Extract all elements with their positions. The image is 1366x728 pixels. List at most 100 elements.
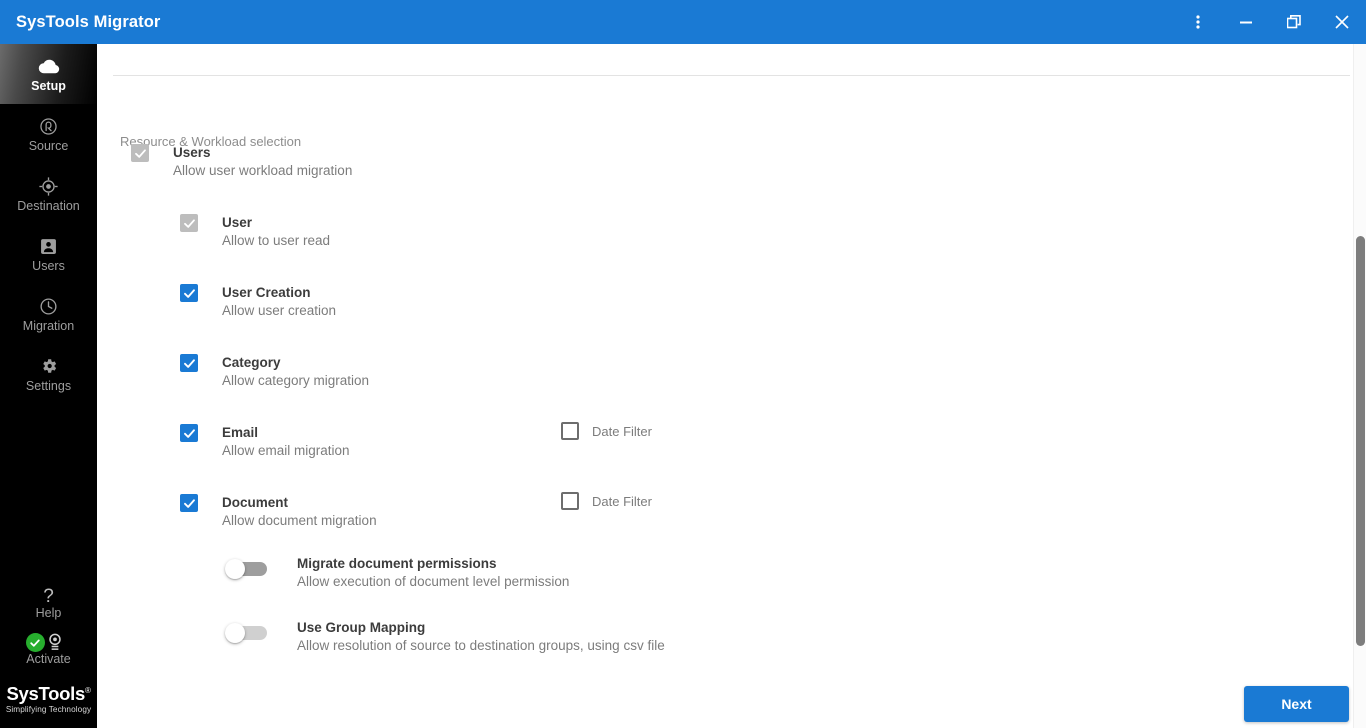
- workload-title: User: [222, 215, 253, 230]
- workload-desc: Allow email migration: [222, 443, 350, 458]
- award-icon: [47, 633, 63, 656]
- sidebar: Setup Source Destination Users Migration…: [0, 44, 97, 728]
- systools-logo: SysTools® Simplifying Technology: [0, 672, 97, 728]
- workload-row-category: Category Allow category migration: [180, 354, 369, 390]
- logo-registered-mark: ®: [84, 685, 91, 695]
- close-icon: [1335, 15, 1349, 29]
- workload-title: User Creation: [222, 285, 311, 300]
- checkbox-category[interactable]: [180, 354, 198, 372]
- check-icon: [183, 288, 195, 298]
- check-icon: [183, 498, 195, 508]
- checkbox-date-filter-email[interactable]: [561, 422, 579, 440]
- scrollbar[interactable]: [1353, 44, 1366, 728]
- main-content: Resource & Workload selection Users Allo…: [97, 44, 1366, 728]
- sidebar-item-destination[interactable]: Destination: [0, 164, 97, 224]
- close-button[interactable]: [1318, 0, 1366, 44]
- checkbox-users: [131, 144, 149, 162]
- sidebar-item-setup[interactable]: Setup: [0, 44, 97, 104]
- check-icon: [183, 358, 195, 368]
- toggle-migrate-document-permissions[interactable]: [225, 559, 271, 579]
- sidebar-item-users[interactable]: Users: [0, 224, 97, 284]
- toggle-knob: [225, 623, 245, 643]
- help-button[interactable]: ? Help: [0, 581, 97, 627]
- check-icon: [183, 218, 195, 228]
- activate-button[interactable]: Activate: [0, 627, 97, 672]
- toggle-desc: Allow execution of document level permis…: [297, 574, 570, 589]
- toggle-title: Use Group Mapping: [297, 620, 426, 635]
- workload-title: Email: [222, 425, 259, 440]
- toggle-text: Migrate document permissions Allow execu…: [297, 555, 569, 591]
- date-filter-label: Date Filter: [592, 423, 652, 439]
- workload-desc: Allow category migration: [222, 373, 370, 388]
- title-bar: SysTools Migrator: [0, 0, 1366, 44]
- date-filter-label: Date Filter: [592, 493, 652, 509]
- workload-row-user: User Allow to user read: [180, 214, 330, 250]
- checkbox-user-creation[interactable]: [180, 284, 198, 302]
- workload-text: User Allow to user read: [222, 214, 330, 250]
- users-icon: [40, 235, 57, 257]
- question-mark-icon: ?: [43, 586, 54, 607]
- window-controls: [1174, 0, 1366, 44]
- workload-desc: Allow user creation: [222, 303, 337, 318]
- toggle-row-use-group-mapping: Use Group Mapping Allow resolution of so…: [225, 619, 665, 655]
- gear-icon: [40, 355, 58, 377]
- cloud-icon: [38, 55, 60, 77]
- date-filter-document: Date Filter: [561, 492, 652, 510]
- sidebar-item-label: Setup: [31, 79, 66, 93]
- workload-desc: Allow user workload migration: [173, 163, 353, 178]
- logo-wordmark: SysTools®: [6, 681, 90, 704]
- checkbox-user: [180, 214, 198, 232]
- workload-text: Users Allow user workload migration: [173, 144, 352, 180]
- sidebar-item-migration[interactable]: Migration: [0, 284, 97, 344]
- check-icon: [134, 148, 146, 158]
- workload-title: Category: [222, 355, 281, 370]
- workload-text: Category Allow category migration: [222, 354, 369, 390]
- sidebar-item-label: Destination: [17, 199, 80, 213]
- kebab-menu-icon: [1196, 15, 1200, 29]
- workload-row-email: Email Allow email migration: [180, 424, 350, 460]
- app-title: SysTools Migrator: [16, 12, 161, 31]
- sidebar-item-settings[interactable]: Settings: [0, 344, 97, 404]
- more-menu-button[interactable]: [1174, 0, 1222, 44]
- activate-icon-group: [19, 632, 79, 652]
- sidebar-item-label: Migration: [22, 319, 75, 333]
- checkbox-date-filter-document[interactable]: [561, 492, 579, 510]
- workload-desc: Allow to user read: [222, 233, 331, 248]
- workload-row-users: Users Allow user workload migration: [131, 144, 352, 180]
- logo-name: SysTools: [6, 683, 85, 705]
- scrollbar-thumb[interactable]: [1356, 236, 1365, 646]
- restore-icon: [1287, 15, 1301, 29]
- migration-clock-icon: [39, 295, 58, 317]
- help-label: Help: [35, 606, 62, 620]
- sidebar-item-source[interactable]: Source: [0, 104, 97, 164]
- restore-button[interactable]: [1270, 0, 1318, 44]
- workload-title: Document: [222, 495, 289, 510]
- toggle-row-migrate-document-permissions: Migrate document permissions Allow execu…: [225, 555, 569, 591]
- toggle-use-group-mapping[interactable]: [225, 623, 271, 643]
- toggle-text: Use Group Mapping Allow resolution of so…: [297, 619, 665, 655]
- toggle-desc: Allow resolution of source to destinatio…: [297, 638, 665, 653]
- toggle-knob: [225, 559, 245, 579]
- minimize-icon: [1240, 21, 1252, 24]
- checkbox-email[interactable]: [180, 424, 198, 442]
- source-icon: [39, 115, 58, 137]
- workload-row-document: Document Allow document migration: [180, 494, 377, 530]
- header-divider: [113, 75, 1350, 76]
- date-filter-email: Date Filter: [561, 422, 652, 440]
- workload-text: Email Allow email migration: [222, 424, 350, 460]
- workload-row-user-creation: User Creation Allow user creation: [180, 284, 336, 320]
- sidebar-item-label: Source: [28, 139, 69, 153]
- sidebar-item-label: Users: [32, 259, 65, 273]
- checkbox-document[interactable]: [180, 494, 198, 512]
- check-icon: [183, 428, 195, 438]
- sidebar-item-label: Settings: [25, 379, 72, 393]
- check-badge-icon: [25, 633, 45, 652]
- next-button[interactable]: Next: [1244, 686, 1349, 722]
- workload-text: User Creation Allow user creation: [222, 284, 336, 320]
- minimize-button[interactable]: [1222, 0, 1270, 44]
- logo-tagline: Simplifying Technology: [5, 705, 92, 715]
- sidebar-bottom: ? Help Activate SysTools® Simplifying Te…: [0, 581, 97, 728]
- destination-icon: [39, 175, 58, 197]
- workload-text: Document Allow document migration: [222, 494, 377, 530]
- workload-desc: Allow document migration: [222, 513, 377, 528]
